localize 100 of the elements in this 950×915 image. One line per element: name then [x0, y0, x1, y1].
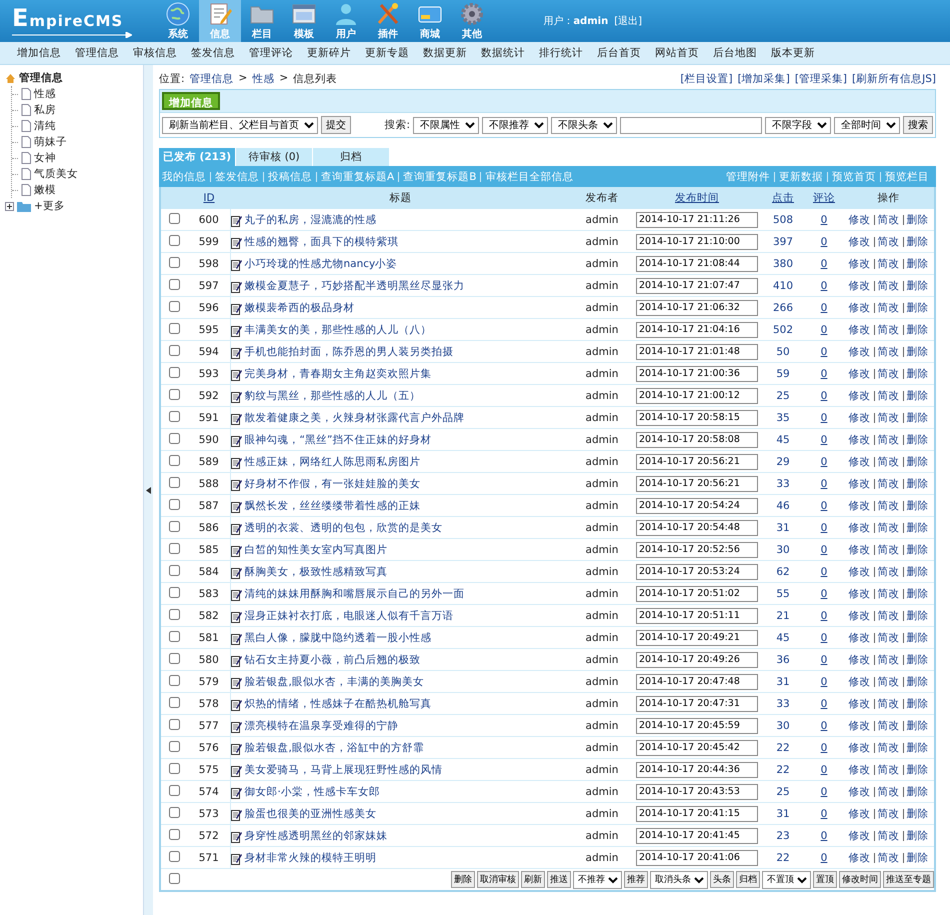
action-link[interactable]: 简改 — [874, 214, 902, 224]
comments-link[interactable]: 0 — [820, 302, 828, 314]
row-checkbox[interactable] — [169, 850, 180, 862]
filter-select[interactable]: 不限属性 — [413, 116, 479, 134]
time-field[interactable]: 2014-10-17 20:56:21 — [636, 454, 758, 470]
time-field[interactable]: 2014-10-17 20:51:11 — [636, 608, 758, 624]
title-link[interactable]: 完美身材，青春期女主角赵奕欢照片集 — [244, 366, 432, 380]
time-field[interactable]: 2014-10-17 21:08:44 — [636, 256, 758, 272]
row-checkbox[interactable] — [169, 344, 180, 356]
action-link[interactable]: 修改 — [846, 236, 874, 246]
action-link[interactable]: 删除 — [902, 588, 932, 598]
submit-button[interactable]: 提交 — [321, 116, 351, 134]
action-link[interactable]: 修改 — [846, 852, 874, 862]
time-field[interactable]: 2014-10-17 20:47:31 — [636, 696, 758, 712]
comments-link[interactable]: 0 — [820, 500, 828, 512]
time-field[interactable]: 2014-10-17 21:11:26 — [636, 212, 758, 228]
action-link[interactable]: 修改 — [846, 566, 874, 576]
menu-item[interactable]: 排行统计 — [532, 42, 590, 64]
row-checkbox[interactable] — [169, 718, 180, 730]
clicks-link[interactable]: 45 — [776, 434, 790, 446]
action-link[interactable]: 删除 — [902, 280, 932, 290]
row-checkbox[interactable] — [169, 652, 180, 664]
tree-item[interactable]: 私房 — [34, 103, 56, 117]
time-field[interactable]: 2014-10-17 20:45:42 — [636, 740, 758, 756]
edit-icon[interactable] — [230, 412, 242, 424]
menu-item[interactable]: 后台地图 — [706, 42, 764, 64]
title-link[interactable]: 美女爱骑马，马背上展现狂野性感的风情 — [244, 762, 442, 776]
row-checkbox[interactable] — [169, 828, 180, 840]
edit-icon[interactable] — [230, 258, 242, 270]
time-field[interactable]: 2014-10-17 20:47:48 — [636, 674, 758, 690]
comments-link[interactable]: 0 — [820, 764, 828, 776]
row-checkbox[interactable] — [169, 696, 180, 708]
sort-header[interactable]: 评论 — [805, 187, 843, 209]
action-link[interactable]: 修改 — [846, 500, 874, 510]
time-field[interactable]: 2014-10-17 20:54:24 — [636, 498, 758, 514]
clicks-link[interactable]: 502 — [772, 324, 794, 336]
edit-icon[interactable] — [230, 830, 242, 842]
filter-select[interactable]: 不限推荐 — [482, 116, 548, 134]
action-link[interactable]: 删除 — [902, 720, 932, 730]
clicks-link[interactable]: 508 — [772, 214, 794, 226]
action-link[interactable]: 简改 — [874, 324, 902, 334]
action-link[interactable]: 简改 — [874, 808, 902, 818]
edit-icon[interactable] — [230, 456, 242, 468]
edit-icon[interactable] — [230, 808, 242, 820]
row-checkbox[interactable] — [169, 234, 180, 246]
edit-icon[interactable] — [230, 280, 242, 292]
title-link[interactable]: 豹纹与黑丝，那些性感的人儿（五） — [244, 388, 420, 402]
clicks-link[interactable]: 62 — [776, 566, 790, 578]
nav-tab[interactable]: 插件 — [367, 0, 409, 42]
edit-icon[interactable] — [230, 654, 242, 666]
edit-icon[interactable] — [230, 500, 242, 512]
bulk-button[interactable]: 刷新 — [521, 871, 545, 888]
bulk-select[interactable]: 不置顶 — [762, 870, 811, 888]
clicks-link[interactable]: 31 — [776, 522, 790, 534]
comments-link[interactable]: 0 — [820, 588, 828, 600]
time-field[interactable]: 2014-10-17 20:43:53 — [636, 784, 758, 800]
title-link[interactable]: 透明的衣裳、透明的包包，欣赏的是美女 — [244, 520, 442, 534]
clicks-link[interactable]: 23 — [776, 830, 790, 842]
top-link[interactable]: [增加采集] — [738, 72, 790, 86]
clicks-link[interactable]: 22 — [776, 764, 790, 776]
action-link[interactable]: 删除 — [902, 412, 932, 422]
edit-icon[interactable] — [230, 302, 242, 314]
action-link[interactable]: 修改 — [846, 720, 874, 730]
clicks-link[interactable]: 36 — [776, 654, 790, 666]
action-link[interactable]: 删除 — [902, 434, 932, 444]
time-field[interactable]: 2014-10-17 20:54:48 — [636, 520, 758, 536]
clicks-link[interactable]: 30 — [776, 720, 790, 732]
edit-icon[interactable] — [230, 786, 242, 798]
tree-item[interactable]: 清纯 — [34, 119, 56, 133]
menu-item[interactable]: 管理信息 — [68, 42, 126, 64]
action-link[interactable]: 简改 — [874, 478, 902, 488]
action-link[interactable]: 简改 — [874, 346, 902, 356]
time-field[interactable]: 2014-10-17 21:04:16 — [636, 322, 758, 338]
nav-tab[interactable]: 模板 — [283, 0, 325, 42]
row-checkbox[interactable] — [169, 278, 180, 290]
edit-icon[interactable] — [230, 236, 242, 248]
action-link[interactable]: 修改 — [846, 786, 874, 796]
title-link[interactable]: 身材非常火辣的模特王明明 — [244, 850, 376, 864]
sort-header[interactable]: 点击 — [761, 187, 805, 209]
nav-tab[interactable]: 其他 — [451, 0, 493, 42]
action-link[interactable]: 修改 — [846, 830, 874, 840]
bulk-button[interactable]: 推送 — [547, 871, 571, 888]
action-link[interactable]: 删除 — [902, 632, 932, 642]
action-link[interactable]: 修改 — [846, 676, 874, 686]
action-link[interactable]: 修改 — [846, 544, 874, 554]
comments-link[interactable]: 0 — [820, 544, 828, 556]
action-link[interactable]: 删除 — [902, 830, 932, 840]
menu-item[interactable]: 增加信息 — [10, 42, 68, 64]
title-link[interactable]: 炽热的情绪，性感妹子在酷热机舱写真 — [244, 696, 432, 710]
time-field[interactable]: 2014-10-17 21:07:47 — [636, 278, 758, 294]
comments-link[interactable]: 0 — [820, 852, 828, 864]
edit-icon[interactable] — [230, 720, 242, 732]
action-link[interactable]: 修改 — [846, 324, 874, 334]
row-checkbox[interactable] — [169, 564, 180, 576]
action-link[interactable]: 简改 — [874, 390, 902, 400]
comments-link[interactable]: 0 — [820, 566, 828, 578]
action-link[interactable]: 修改 — [846, 214, 874, 224]
action-link[interactable]: 简改 — [874, 742, 902, 752]
action-link[interactable]: 删除 — [902, 302, 932, 312]
action-link[interactable]: 删除 — [902, 808, 932, 818]
